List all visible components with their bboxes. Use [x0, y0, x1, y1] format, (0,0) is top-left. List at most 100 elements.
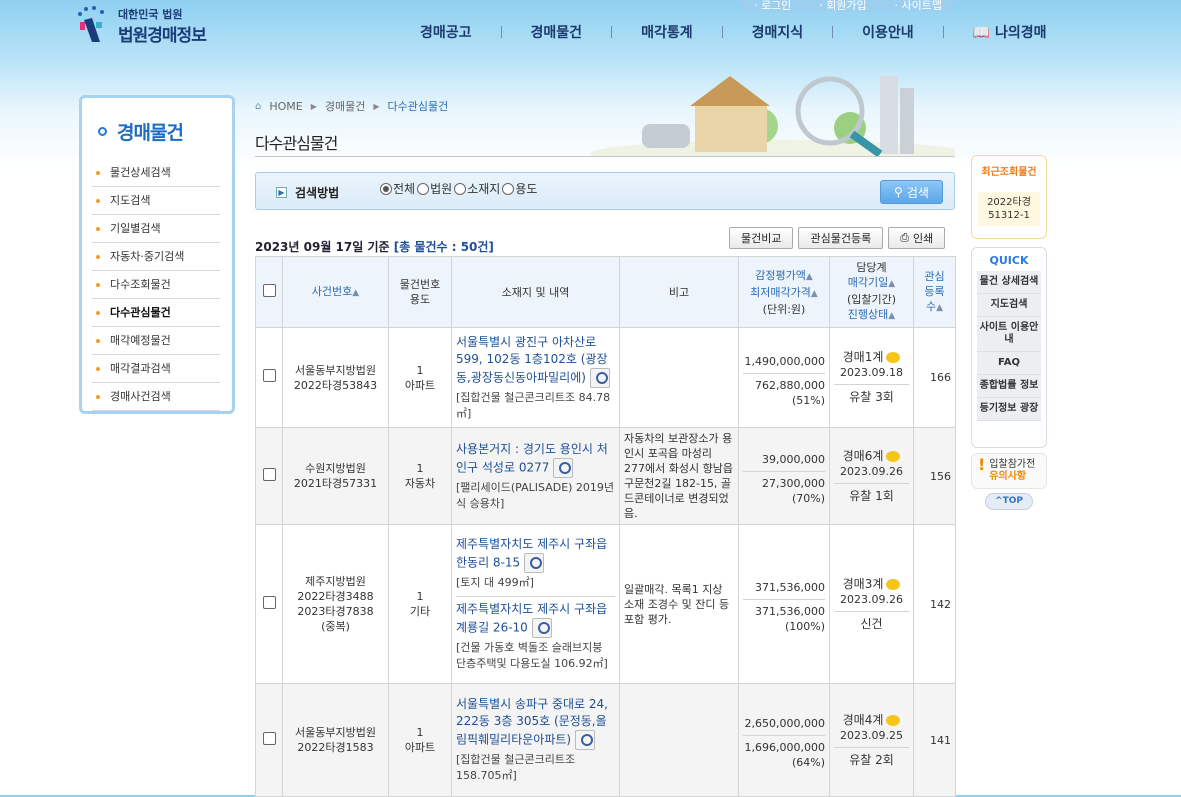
sidebar-item[interactable]: 매각결과검색 [92, 355, 220, 383]
radio-label: 전체 [393, 182, 416, 196]
case-number[interactable]: 2021타경57331 [287, 476, 384, 491]
nav-my-auction[interactable]: 📖 나의경매 [973, 22, 1047, 42]
address-link[interactable]: 서울특별시 광진구 아차산로 599, 102동 1층102호 (광장동,광장동… [456, 334, 615, 388]
breadcrumb-current: 다수관심물건 [387, 100, 449, 113]
bid-notice-link[interactable]: ! 입찰참가전 유의사항 [971, 453, 1047, 489]
sidebar-item[interactable]: 다수조회물건 [92, 271, 220, 299]
exclamation-icon: ! [978, 455, 986, 474]
case-number[interactable]: 2023타경7838 [287, 604, 384, 619]
breadcrumb-home[interactable]: HOME [269, 100, 302, 113]
nav-auction-knowledge[interactable]: 경매지식 [752, 22, 804, 42]
site-logo[interactable]: 대한민국 법원 법원경매정보 [72, 4, 222, 46]
sort-min-price[interactable]: 최저매각가격▲ [743, 285, 825, 302]
address-link[interactable]: 제주특별자치도 제주시 구좌읍 한동리 8-15 [456, 536, 615, 573]
sort-icon: ▲ [352, 287, 360, 298]
item-number: 1 [416, 726, 424, 739]
row-checkbox[interactable] [262, 369, 276, 382]
sitemap-link[interactable]: · 사이트맵 [895, 0, 942, 13]
sort-sale-date[interactable]: 매각기일▲ [834, 275, 909, 292]
interest-count: 142 [913, 524, 956, 684]
map-search-icon[interactable] [574, 730, 595, 750]
case-number[interactable]: 2022타경3488 [287, 589, 384, 604]
map-search-icon[interactable] [589, 367, 610, 388]
print-button[interactable]: ⎙ 인쇄 [888, 227, 946, 249]
row-checkbox[interactable] [262, 467, 276, 481]
nav-guide[interactable]: 이용안내 [862, 22, 914, 42]
search-method-text: 검색방법 [295, 186, 340, 200]
radio-location[interactable]: 소재지 [454, 180, 500, 197]
location-entry: 제주특별자치도 제주시 구좌읍 한동리 8-15 [토지 대 499㎡] [456, 536, 615, 591]
quick-item[interactable]: 종합법률 정보 [977, 375, 1041, 398]
sidebar-item[interactable]: 다수관심물건 [92, 299, 220, 327]
case-number[interactable]: 2022타경1583 [287, 740, 384, 755]
property-description: [팰리세이드(PALISADE) 2019년식 승용차] [456, 480, 615, 510]
dept-name: 경매6계 [842, 448, 884, 463]
quick-item[interactable]: 사이트 이용안내 [977, 317, 1041, 352]
sort-status[interactable]: 진행상태▲ [834, 307, 909, 324]
map-search-icon[interactable] [524, 553, 544, 573]
header-interest[interactable]: 관심 등록 수▲ [913, 256, 956, 328]
sidebar-item[interactable]: 자동차·중기검색 [92, 243, 220, 271]
sidebar-item[interactable]: 기일별검색 [92, 215, 220, 243]
min-price-block: 762,880,000 (51%) [743, 374, 825, 408]
address-link[interactable]: 사용본거지 : 경기도 용인시 처인구 석성로 0277 [456, 441, 615, 478]
header-illustration [590, 76, 955, 156]
row-checkbox[interactable] [262, 595, 276, 609]
quick-item[interactable]: FAQ [977, 352, 1041, 375]
radio-court[interactable]: 법원 [417, 180, 452, 197]
sidebar-item[interactable]: 매각예정물건 [92, 327, 220, 355]
quick-title: QUICK [989, 254, 1029, 267]
recent-item-link[interactable]: 2022타경 51312-1 [978, 192, 1040, 226]
search-button[interactable]: ⚲ 검색 [880, 180, 943, 204]
case-number[interactable]: 2022타경53843 [287, 378, 384, 393]
chat-bubble-icon[interactable] [886, 714, 901, 726]
top-button[interactable]: ^TOP [985, 493, 1033, 510]
quick-item[interactable]: 등기정보 광장 [977, 398, 1041, 421]
header-unit: (단위:원) [762, 302, 806, 316]
chat-bubble-icon[interactable] [886, 450, 901, 462]
quick-item[interactable]: 지도검색 [977, 294, 1041, 317]
item-number: 1 [416, 363, 424, 377]
select-all-checkbox[interactable] [262, 283, 276, 297]
sort-icon: ▲ [805, 271, 813, 282]
book-icon: 📖 [972, 25, 991, 41]
sidebar-item[interactable]: 경매사건검색 [92, 383, 220, 411]
sidebar-menu: 물건상세검색 지도검색 기일별검색 자동차·중기검색 다수조회물건 다수관심물건 매각예정물… [92, 159, 220, 411]
radio-use[interactable]: 용도 [502, 180, 537, 197]
item-use: 자동차 [404, 477, 436, 490]
header-case[interactable]: 사건번호▲ [282, 256, 389, 328]
row-checkbox[interactable] [262, 731, 276, 745]
min-price-block: 1,696,000,000 (64%) [743, 736, 825, 770]
select-cell [255, 427, 283, 525]
sidebar-item[interactable]: 지도검색 [92, 187, 220, 215]
property-description: [집합건물 철근콘크리트조 84.78㎡] [456, 390, 611, 420]
breadcrumb-items[interactable]: 경매물건 [325, 98, 365, 114]
nav-auction-notice[interactable]: 경매공고 [420, 22, 472, 42]
nav-sale-stats[interactable]: 매각통계 [641, 22, 693, 42]
property-description: [토지 대 499㎡] [456, 576, 534, 589]
chat-bubble-icon[interactable] [886, 578, 901, 590]
appraisal-value: 39,000,000 [743, 446, 825, 472]
address-link[interactable]: 서울특별시 송파구 중대로 24, 222동 3층 305호 (문정동,올림픽훼… [456, 696, 615, 750]
top-links: · 로그인 · 회원가입 · 사이트맵 [740, 0, 956, 12]
login-link[interactable]: · 로그인 [754, 0, 791, 13]
location-entry: 제주특별자치도 제주시 구좌읍 계룡길 26-10 [건물 가동호 벽돌조 슬래… [456, 596, 615, 672]
sort-appraisal[interactable]: 감정평가액▲ [743, 268, 825, 285]
compare-button[interactable]: 물건비교 [729, 227, 794, 249]
address-link[interactable]: 제주특별자치도 제주시 구좌읍 계룡길 26-10 [456, 601, 615, 638]
map-search-icon[interactable] [531, 618, 552, 638]
header-interest-2: 등록 [924, 284, 945, 298]
register-interest-button[interactable]: 관심물건등록 [798, 227, 884, 249]
sale-status: 유찰 3회 [834, 384, 909, 405]
signup-link[interactable]: · 회원가입 [819, 0, 866, 13]
chat-bubble-icon[interactable] [886, 352, 901, 363]
table-row: 제주지방법원 2022타경3488 2023타경7838 (중복) 1 기타 제주특별자치도… [255, 524, 956, 684]
sale-status: 신건 [834, 610, 909, 632]
sidebar-item[interactable]: 물건상세검색 [92, 159, 220, 187]
map-search-icon[interactable] [553, 457, 574, 478]
quick-item[interactable]: 물건 상세검색 [977, 271, 1041, 294]
nav-auction-items[interactable]: 경매물건 [531, 22, 583, 42]
min-price-value: 371,536,000 [755, 605, 825, 618]
radio-all[interactable]: 전체 [380, 180, 415, 197]
case-number[interactable]: (중복) [287, 619, 384, 634]
